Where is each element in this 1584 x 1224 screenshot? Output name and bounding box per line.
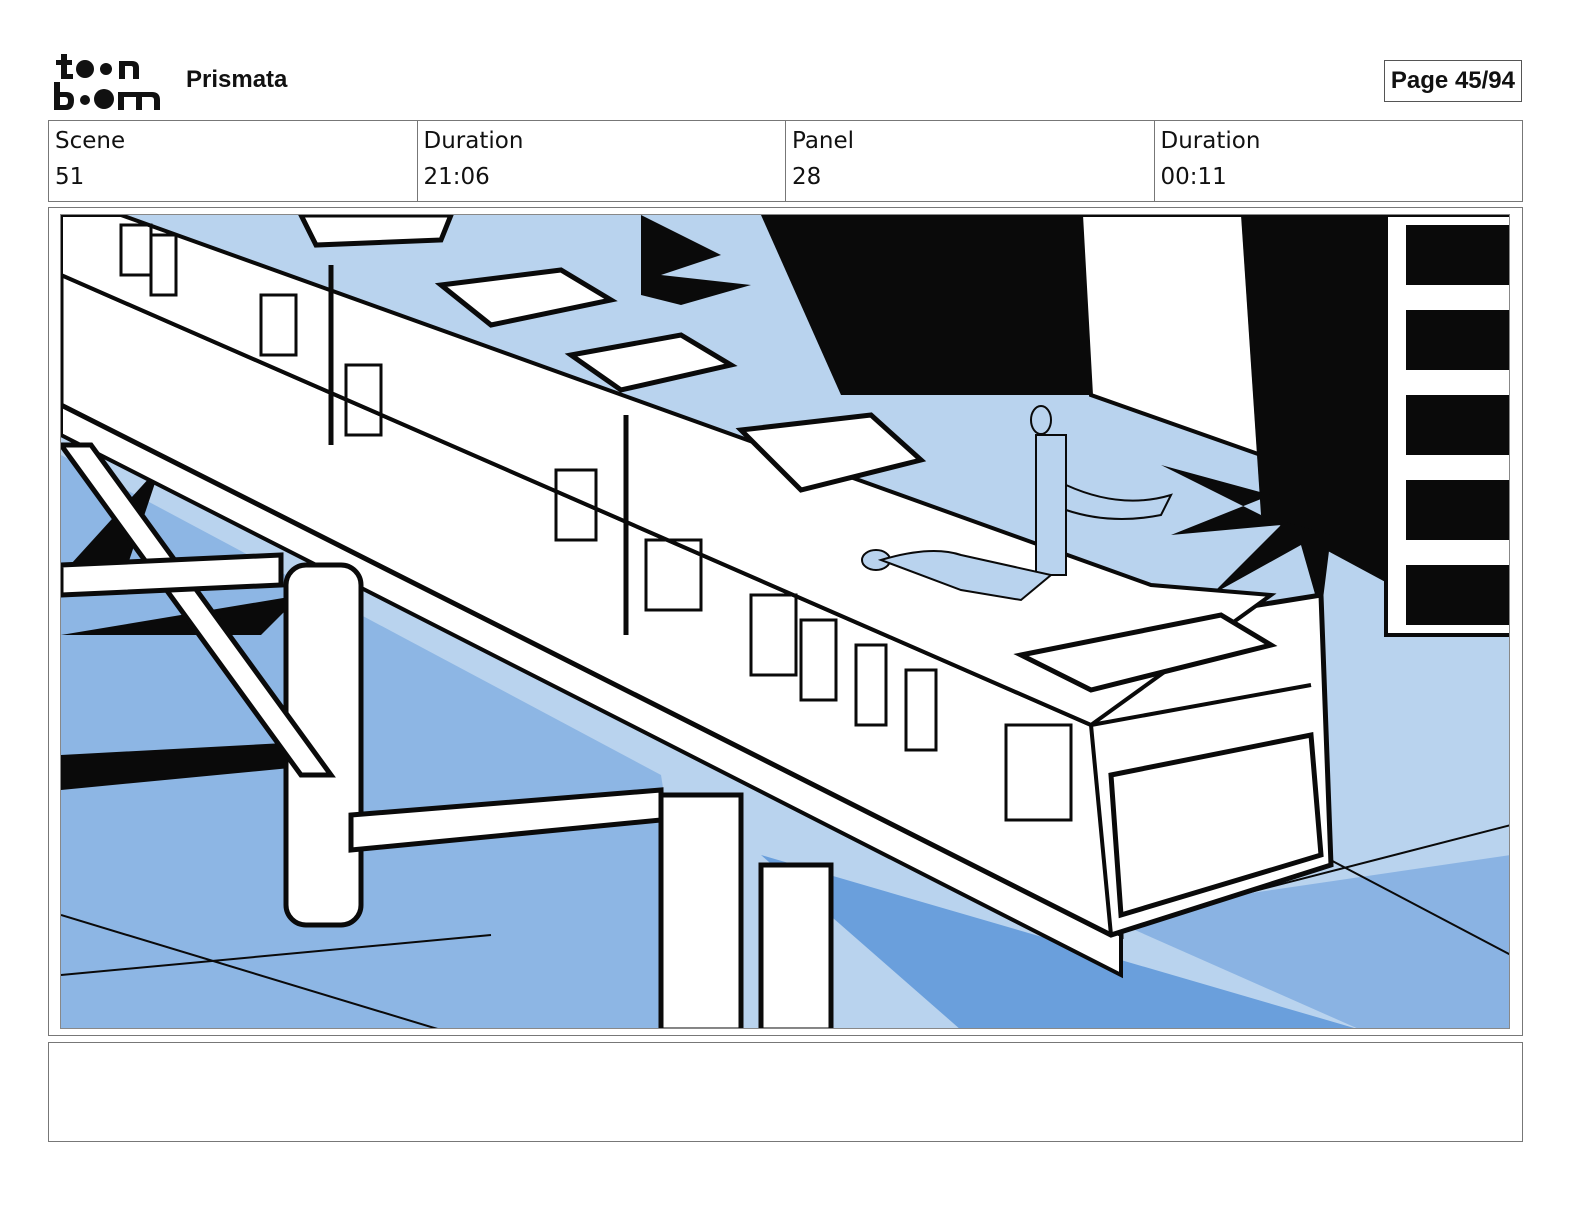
panel-cell: Panel 28: [786, 121, 1155, 201]
storyboard-panel-frame: [48, 207, 1523, 1036]
panel-label: Panel: [792, 128, 855, 154]
scene-cell: Scene 51: [49, 121, 418, 201]
page-indicator: Page 45/94: [1383, 60, 1522, 102]
panel-duration-label: Duration: [1160, 128, 1261, 154]
scene-label: Scene: [55, 128, 126, 154]
scene-duration-cell: Duration 21:06: [418, 121, 786, 201]
scene-duration-label: Duration: [423, 128, 524, 154]
panel-duration-value: 00:11: [1160, 164, 1227, 190]
toon-boom-logo: [54, 54, 160, 110]
scene-value: 51: [55, 164, 85, 190]
caption-box: [48, 1042, 1523, 1142]
panel-value: 28: [792, 164, 822, 190]
scene-duration-value: 21:06: [423, 164, 490, 190]
monorail-illustration: [61, 215, 1509, 1028]
scene-info-table: Scene 51 Duration 21:06 Panel 28 Duratio…: [48, 120, 1523, 202]
storyboard-panel-image: [60, 214, 1510, 1029]
project-title: Prismata: [186, 66, 288, 93]
panel-duration-cell: Duration 00:11: [1155, 121, 1523, 201]
